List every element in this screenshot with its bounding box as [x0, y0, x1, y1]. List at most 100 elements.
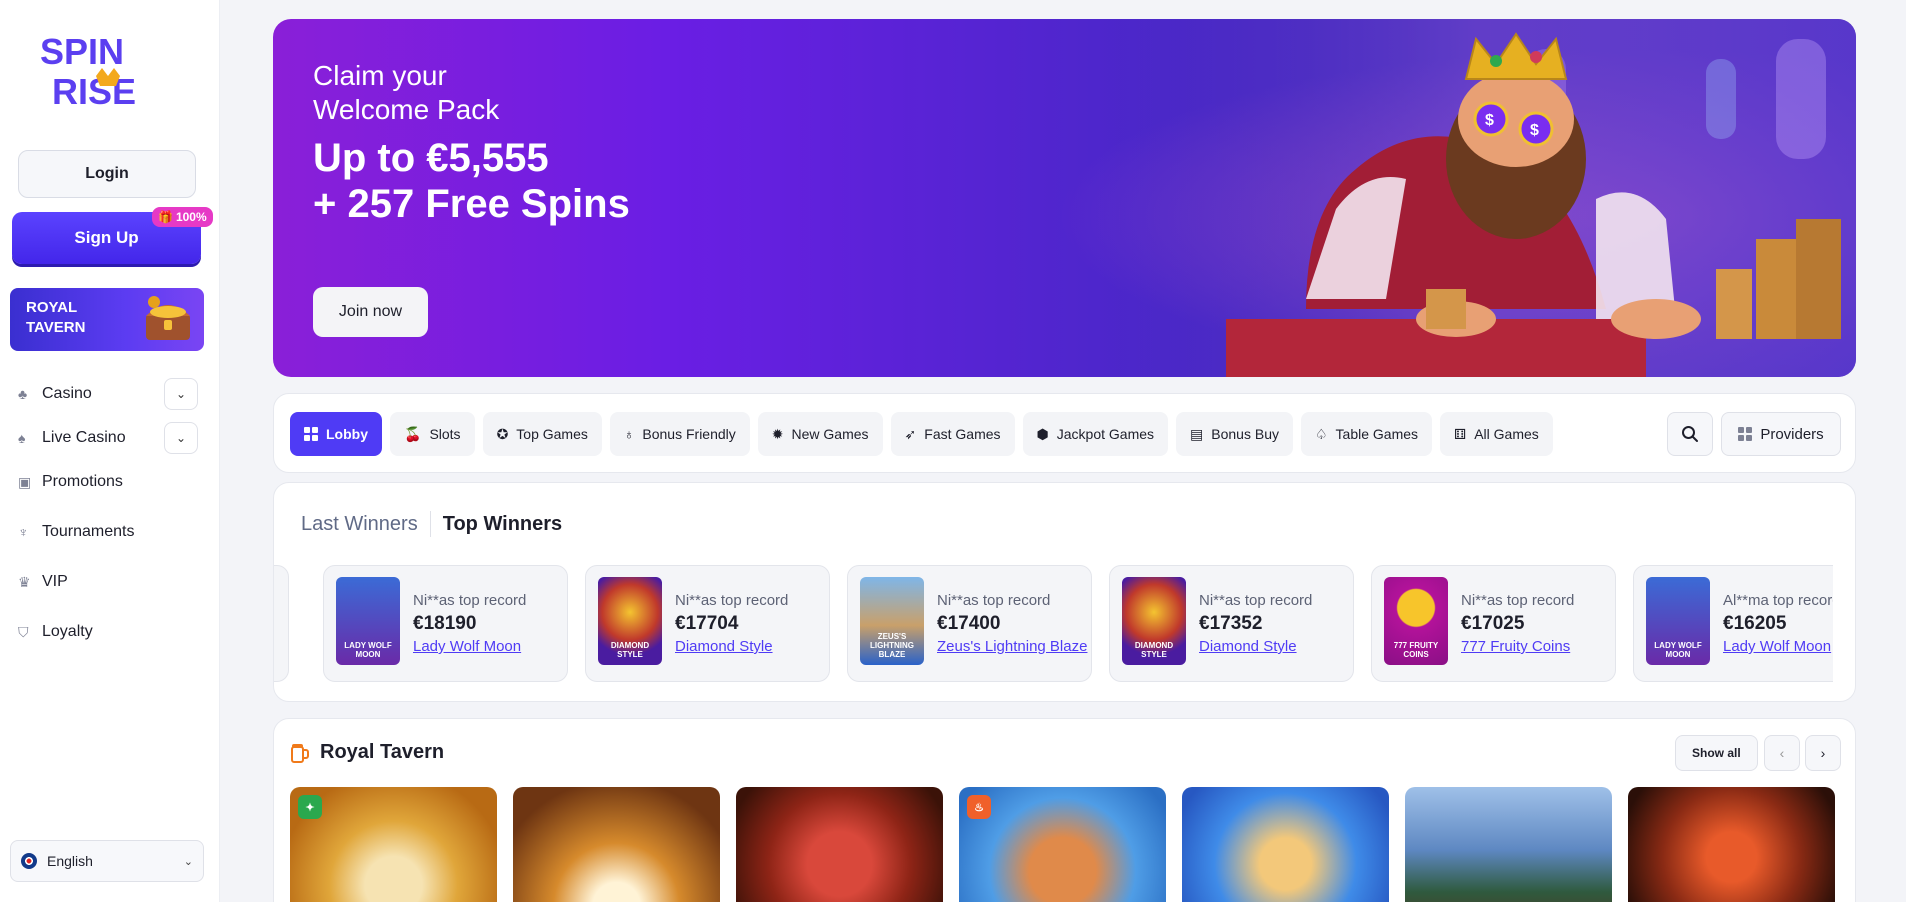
winner-amount: €17400 — [937, 613, 1001, 634]
hero-claim-text: Claim your Welcome Pack — [313, 59, 499, 127]
winner-name: Ni**as top record — [937, 592, 1051, 609]
treasure-chest-icon — [146, 296, 190, 340]
royal-tavern-banner-text: ROYAL TAVERN — [26, 299, 86, 336]
sidebar-item-live-casino[interactable]: ♠ Live Casino ⌄ — [18, 416, 198, 460]
medal-icon: ✪ — [496, 425, 509, 442]
winner-card[interactable]: 777 FRUITY COINS Ni**as top record €1702… — [1371, 565, 1616, 682]
tab-all-games[interactable]: ⚅ All Games — [1440, 412, 1553, 456]
tab-jackpot-games[interactable]: ⬢ Jackpot Games — [1022, 412, 1169, 456]
svg-text:SPIN: SPIN — [40, 31, 124, 72]
tab-label: Bonus Buy — [1211, 426, 1279, 442]
tab-slots[interactable]: 🍒 Slots — [390, 412, 475, 456]
game-tile[interactable] — [1405, 787, 1612, 902]
game-tile[interactable] — [1628, 787, 1835, 902]
category-tabs: Lobby 🍒 Slots ✪ Top Games ♁ Bonus Friend… — [290, 412, 1553, 456]
new-badge-icon: ✦ — [298, 795, 322, 819]
winner-card[interactable]: DIAMOND STYLE Ni**as top record €17704 D… — [585, 565, 830, 682]
sidebar-item-vip[interactable]: ♛ VIP — [18, 560, 198, 604]
search-icon — [1682, 426, 1698, 442]
winner-game-link[interactable]: Lady Wolf Moon — [1723, 638, 1831, 655]
dice-icon: ⚅ — [1454, 425, 1467, 442]
tab-new-games[interactable]: ✹ New Games — [757, 412, 883, 456]
grid-icon — [304, 427, 318, 441]
sidebar-item-loyalty[interactable]: ⛉ Loyalty — [18, 610, 198, 654]
game-tile[interactable]: ✦ — [290, 787, 497, 902]
chevron-down-icon: ⌄ — [183, 855, 193, 868]
tab-label: Lobby — [326, 426, 368, 442]
game-thumbnail-label: ZEUS'S LIGHTNING BLAZE — [870, 632, 914, 659]
sidebar-item-label: Promotions — [42, 473, 123, 490]
winner-amount: €16205 — [1723, 613, 1787, 634]
winner-game-link[interactable]: Zeus's Lightning Blaze — [937, 638, 1087, 655]
money-bag-icon: ♁ — [623, 426, 635, 442]
show-all-button[interactable]: Show all — [1675, 735, 1758, 771]
game-thumbnail: DIAMOND STYLE — [1122, 577, 1186, 665]
hot-fire-icon: ♨ — [967, 795, 991, 819]
tab-lobby[interactable]: Lobby — [290, 412, 382, 456]
king-character-illustration: $ $ — [1096, 19, 1856, 377]
language-selector[interactable]: English ⌄ — [10, 840, 204, 882]
game-tile[interactable]: ♨ — [959, 787, 1166, 902]
language-label: English — [47, 853, 93, 869]
tab-top-winners[interactable]: Top Winners — [443, 513, 562, 536]
club-icon: ♣ — [18, 386, 28, 402]
winner-name: Ni**as top record — [1461, 592, 1575, 609]
tab-label: All Games — [1474, 426, 1539, 442]
winner-amount: €18190 — [413, 613, 477, 634]
game-thumbnail: LADY WOLF MOON — [1646, 577, 1710, 665]
tab-fast-games[interactable]: ➶ Fast Games — [890, 412, 1015, 456]
tab-table-games[interactable]: ♤ Table Games — [1300, 412, 1433, 456]
winner-card[interactable]: LADY WOLF MOON Ni**as top record €18190 … — [323, 565, 568, 682]
game-tile[interactable] — [736, 787, 943, 902]
join-now-button[interactable]: Join now — [313, 287, 428, 337]
shield-icon: ⛉ — [18, 623, 29, 640]
chevron-down-icon[interactable]: ⌄ — [164, 378, 198, 410]
tab-label: Top Games — [516, 426, 588, 442]
hero-claim-line1: Claim your — [313, 60, 447, 91]
hero-offer-line2: + 257 Free Spins — [313, 182, 630, 226]
winner-game-link[interactable]: 777 Fruity Coins — [1461, 638, 1570, 655]
game-thumbnail: ZEUS'S LIGHTNING BLAZE — [860, 577, 924, 665]
winner-card[interactable]: LADY WOLF MOON Al**ma top record €16205 … — [1633, 565, 1833, 682]
carousel-next-button[interactable]: › — [1805, 735, 1841, 771]
tab-last-winners[interactable]: Last Winners — [301, 513, 418, 536]
new-badge-icon: ✹ — [771, 425, 784, 442]
sidebar-item-casino[interactable]: ♣ Casino ⌄ — [18, 372, 198, 416]
tab-bonus-friendly[interactable]: ♁ Bonus Friendly — [609, 412, 750, 456]
tab-bonus-buy[interactable]: ▤ Bonus Buy — [1176, 412, 1293, 456]
sidebar-item-tournaments[interactable]: ♆ Tournaments — [18, 510, 198, 554]
royal-tavern-promo-banner[interactable]: ROYAL TAVERN — [10, 288, 204, 351]
tab-top-games[interactable]: ✪ Top Games — [482, 412, 602, 456]
winner-name: Ni**as top record — [413, 592, 527, 609]
winner-card-partial — [274, 565, 289, 682]
hero-offer-line1: Up to €5,555 — [313, 136, 549, 180]
tab-label: Slots — [429, 426, 461, 442]
winner-game-link[interactable]: Diamond Style — [675, 638, 773, 655]
game-thumbnail-label: LADY WOLF MOON — [344, 641, 392, 659]
game-thumbnail: DIAMOND STYLE — [598, 577, 662, 665]
tab-label: Table Games — [1335, 426, 1419, 442]
royal-tavern-section: Royal Tavern Show all ‹ › ✦ ♨ — [273, 718, 1856, 902]
winner-card[interactable]: DIAMOND STYLE Ni**as top record €17352 D… — [1109, 565, 1354, 682]
carousel-prev-button[interactable]: ‹ — [1764, 735, 1800, 771]
chevron-down-icon[interactable]: ⌄ — [164, 422, 198, 454]
game-tile[interactable] — [513, 787, 720, 902]
signup-bonus-badge: 🎁 100% — [152, 207, 213, 227]
search-button[interactable] — [1667, 412, 1713, 456]
winner-game-link[interactable]: Lady Wolf Moon — [413, 638, 521, 655]
winner-amount: €17352 — [1199, 613, 1263, 634]
game-tiles-row: ✦ ♨ — [290, 787, 1835, 902]
tab-label: Bonus Friendly — [642, 426, 736, 442]
welcome-hero-banner[interactable]: $ $ Claim your Welcome Pack Up to €5,555… — [273, 19, 1856, 377]
sidebar-item-promotions[interactable]: ▣ Promotions — [18, 460, 198, 504]
login-button[interactable]: Login — [18, 150, 196, 198]
winners-carousel[interactable]: LADY WOLF MOON Ni**as top record €18190 … — [274, 565, 1833, 685]
tab-label: New Games — [791, 426, 869, 442]
providers-button[interactable]: Providers — [1721, 412, 1841, 456]
game-tile[interactable] — [1182, 787, 1389, 902]
winner-card[interactable]: ZEUS'S LIGHTNING BLAZE Ni**as top record… — [847, 565, 1092, 682]
spin-rise-logo[interactable]: SPIN RISE — [38, 30, 178, 110]
tab-label: Jackpot Games — [1056, 426, 1155, 442]
svg-text:RISE: RISE — [52, 71, 136, 110]
winner-game-link[interactable]: Diamond Style — [1199, 638, 1297, 655]
